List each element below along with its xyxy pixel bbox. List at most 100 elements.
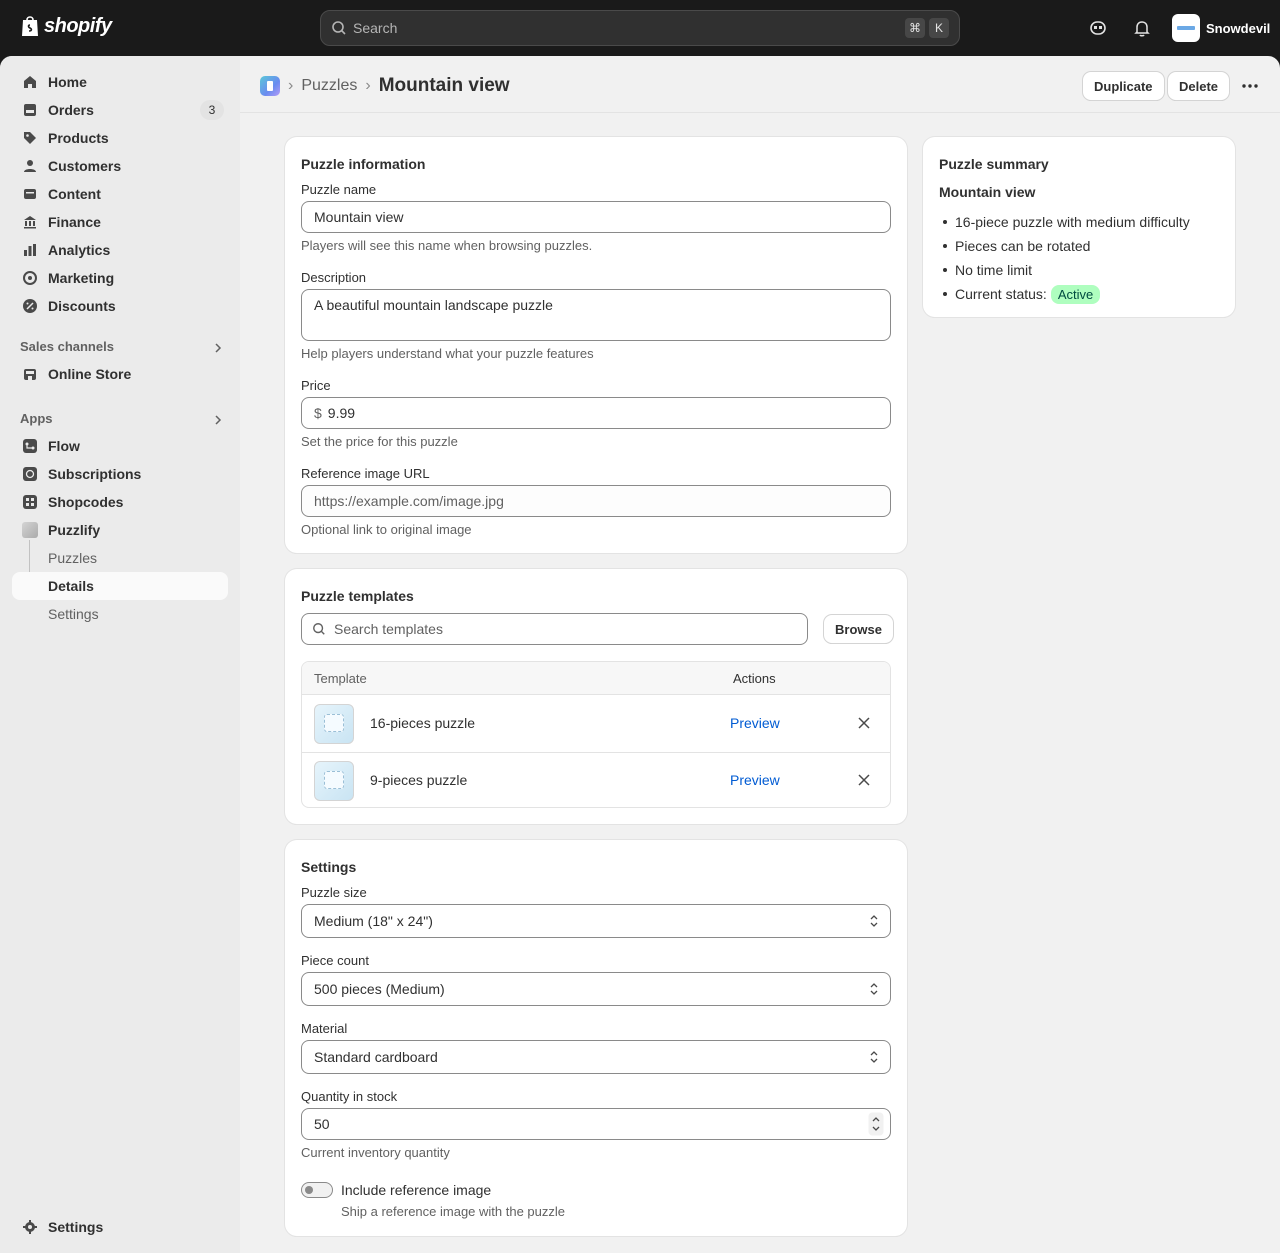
preview-link[interactable]: Preview	[730, 772, 780, 788]
sidebar-item-label: Details	[48, 578, 94, 594]
logo-text: shopify	[44, 14, 112, 37]
sidebar-item-discounts[interactable]: Discounts	[12, 292, 228, 320]
search-icon	[313, 623, 325, 635]
templates-table: Template Actions 16-pieces puzzle Previe…	[301, 661, 891, 808]
shopify-logo[interactable]: shopify	[20, 14, 112, 38]
select-value: Medium (18" x 24")	[314, 913, 433, 929]
chevron-right-icon[interactable]	[212, 414, 224, 426]
sidebar-item-label: Marketing	[48, 270, 115, 286]
sidebar-item-subscriptions[interactable]: Subscriptions	[12, 460, 228, 488]
breadcrumb-puzzles-link[interactable]: Puzzles	[301, 77, 357, 95]
chart-icon	[24, 244, 36, 256]
card-title: Puzzle templates	[301, 588, 414, 604]
summary-list: 16-piece puzzle with medium difficulty P…	[939, 210, 1190, 306]
browse-button[interactable]: Browse	[824, 615, 893, 643]
bell-icon[interactable]	[1132, 18, 1152, 38]
description-textarea[interactable]: A beautiful mountain landscape puzzle	[301, 289, 891, 341]
chevron-right-icon: ›	[288, 77, 294, 94]
sidebar-item-label: Settings	[48, 1219, 104, 1235]
select-chevron-icon	[870, 983, 878, 995]
flow-icon	[23, 439, 37, 453]
price-label: Price	[301, 378, 331, 393]
reference-url-label: Reference image URL	[301, 466, 430, 481]
reference-image-toggle[interactable]	[301, 1182, 333, 1198]
material-select[interactable]: Standard cardboard	[301, 1040, 891, 1074]
puzzle-size-select[interactable]: Medium (18" x 24")	[301, 904, 891, 938]
template-search-input[interactable]: Search templates	[301, 613, 808, 645]
sidebar-item-label: Puzzlify	[48, 522, 101, 538]
target-icon	[23, 271, 37, 285]
sidebar-item-analytics[interactable]: Analytics	[12, 236, 228, 264]
sidebar-item-marketing[interactable]: Marketing	[12, 264, 228, 292]
preview-link[interactable]: Preview	[730, 715, 780, 731]
description-label: Description	[301, 270, 367, 285]
piece-count-select[interactable]: 500 pieces (Medium)	[301, 972, 891, 1006]
template-thumbnail	[314, 761, 354, 801]
chevron-right-icon: ›	[365, 77, 371, 94]
store-icon	[24, 369, 36, 380]
sidebar-item-label: Discounts	[48, 298, 116, 314]
sidebar-item-home[interactable]: Home	[12, 68, 228, 96]
puzzle-templates-card: Puzzle templates Search templates Browse…	[285, 569, 907, 824]
puzzle-information-card: Puzzle information Puzzle name Mountain …	[285, 137, 907, 553]
toggle-help: Ship a reference image with the puzzle	[341, 1204, 566, 1219]
sidekick-icon[interactable]	[1088, 18, 1108, 38]
sidebar-item-shopcodes[interactable]: Shopcodes	[12, 488, 228, 516]
price-input[interactable]: $9.99	[301, 397, 891, 429]
input-value: A beautiful mountain landscape puzzle	[314, 297, 553, 313]
template-name: 16-pieces puzzle	[370, 715, 476, 731]
store-name: Snowdevil	[1206, 20, 1271, 36]
delete-button[interactable]: Delete	[1168, 72, 1230, 100]
toggle-label: Include reference image	[341, 1182, 492, 1198]
settings-card: Settings Puzzle size Medium (18" x 24") …	[285, 840, 907, 1236]
column-header-template: Template	[314, 671, 367, 686]
store-avatar	[1172, 14, 1200, 42]
sidebar-item-content[interactable]: Content	[12, 180, 228, 208]
sidebar-item-online-store[interactable]: Online Store	[12, 360, 228, 388]
content-icon	[24, 189, 36, 199]
description-help: Help players understand what your puzzle…	[301, 346, 594, 361]
sidebar-item-flow[interactable]: Flow	[12, 432, 228, 460]
sidebar-item-customers[interactable]: Customers	[12, 152, 228, 180]
sidebar-item-label: Analytics	[48, 242, 111, 258]
select-value: 500 pieces (Medium)	[314, 981, 445, 997]
reference-url-input[interactable]: https://example.com/image.jpg	[301, 485, 891, 517]
sidebar-subitem-settings[interactable]: Settings	[12, 600, 228, 628]
stepper-arrows-icon[interactable]	[868, 1112, 884, 1136]
quantity-stepper[interactable]: 50	[301, 1108, 891, 1140]
sidebar-item-label: Flow	[48, 438, 80, 454]
input-placeholder: https://example.com/image.jpg	[314, 493, 504, 509]
sidebar-item-finance[interactable]: Finance	[12, 208, 228, 236]
bank-icon	[24, 216, 36, 229]
puzzle-size-label: Puzzle size	[301, 885, 367, 900]
sidebar-subitem-puzzles[interactable]: Puzzles	[12, 544, 228, 572]
puzzle-name-input[interactable]: Mountain view	[301, 201, 891, 233]
sidebar-item-label: Subscriptions	[48, 466, 142, 482]
template-thumbnail	[314, 704, 354, 744]
puzzlify-app-icon	[22, 522, 38, 538]
sidebar-item-orders[interactable]: Orders 3	[12, 96, 228, 124]
sidebar-item-puzzlify[interactable]: Puzzlify	[12, 516, 228, 544]
sidebar-item-label: Customers	[48, 158, 122, 174]
sidebar-item-products[interactable]: Products	[12, 124, 228, 152]
more-actions-icon[interactable]	[1240, 76, 1260, 96]
input-value: Mountain view	[314, 209, 404, 225]
page-header: › Puzzles › Mountain view Duplicate Dele…	[240, 56, 1280, 113]
global-search[interactable]: Search ⌘ K	[320, 10, 960, 46]
summary-puzzle-name: Mountain view	[939, 184, 1036, 200]
sidebar-item-settings[interactable]: Settings	[12, 1213, 228, 1241]
shortcut-key-cmd: ⌘	[905, 18, 925, 38]
orders-count-badge: 3	[200, 100, 224, 120]
search-placeholder: Search	[353, 20, 398, 36]
close-icon[interactable]	[857, 716, 871, 730]
card-title: Puzzle information	[301, 156, 426, 172]
store-menu[interactable]: Snowdevil	[1172, 14, 1270, 42]
chevron-right-icon[interactable]	[212, 342, 224, 354]
sidebar-item-label: Puzzles	[48, 550, 98, 566]
close-icon[interactable]	[857, 773, 871, 787]
summary-item: 16-piece puzzle with medium difficulty	[939, 210, 1190, 234]
duplicate-button[interactable]: Duplicate	[1083, 72, 1164, 100]
input-placeholder: Search templates	[334, 621, 443, 637]
sidebar-subitem-details[interactable]: Details	[12, 572, 228, 600]
puzzlify-app-icon[interactable]	[260, 76, 280, 96]
